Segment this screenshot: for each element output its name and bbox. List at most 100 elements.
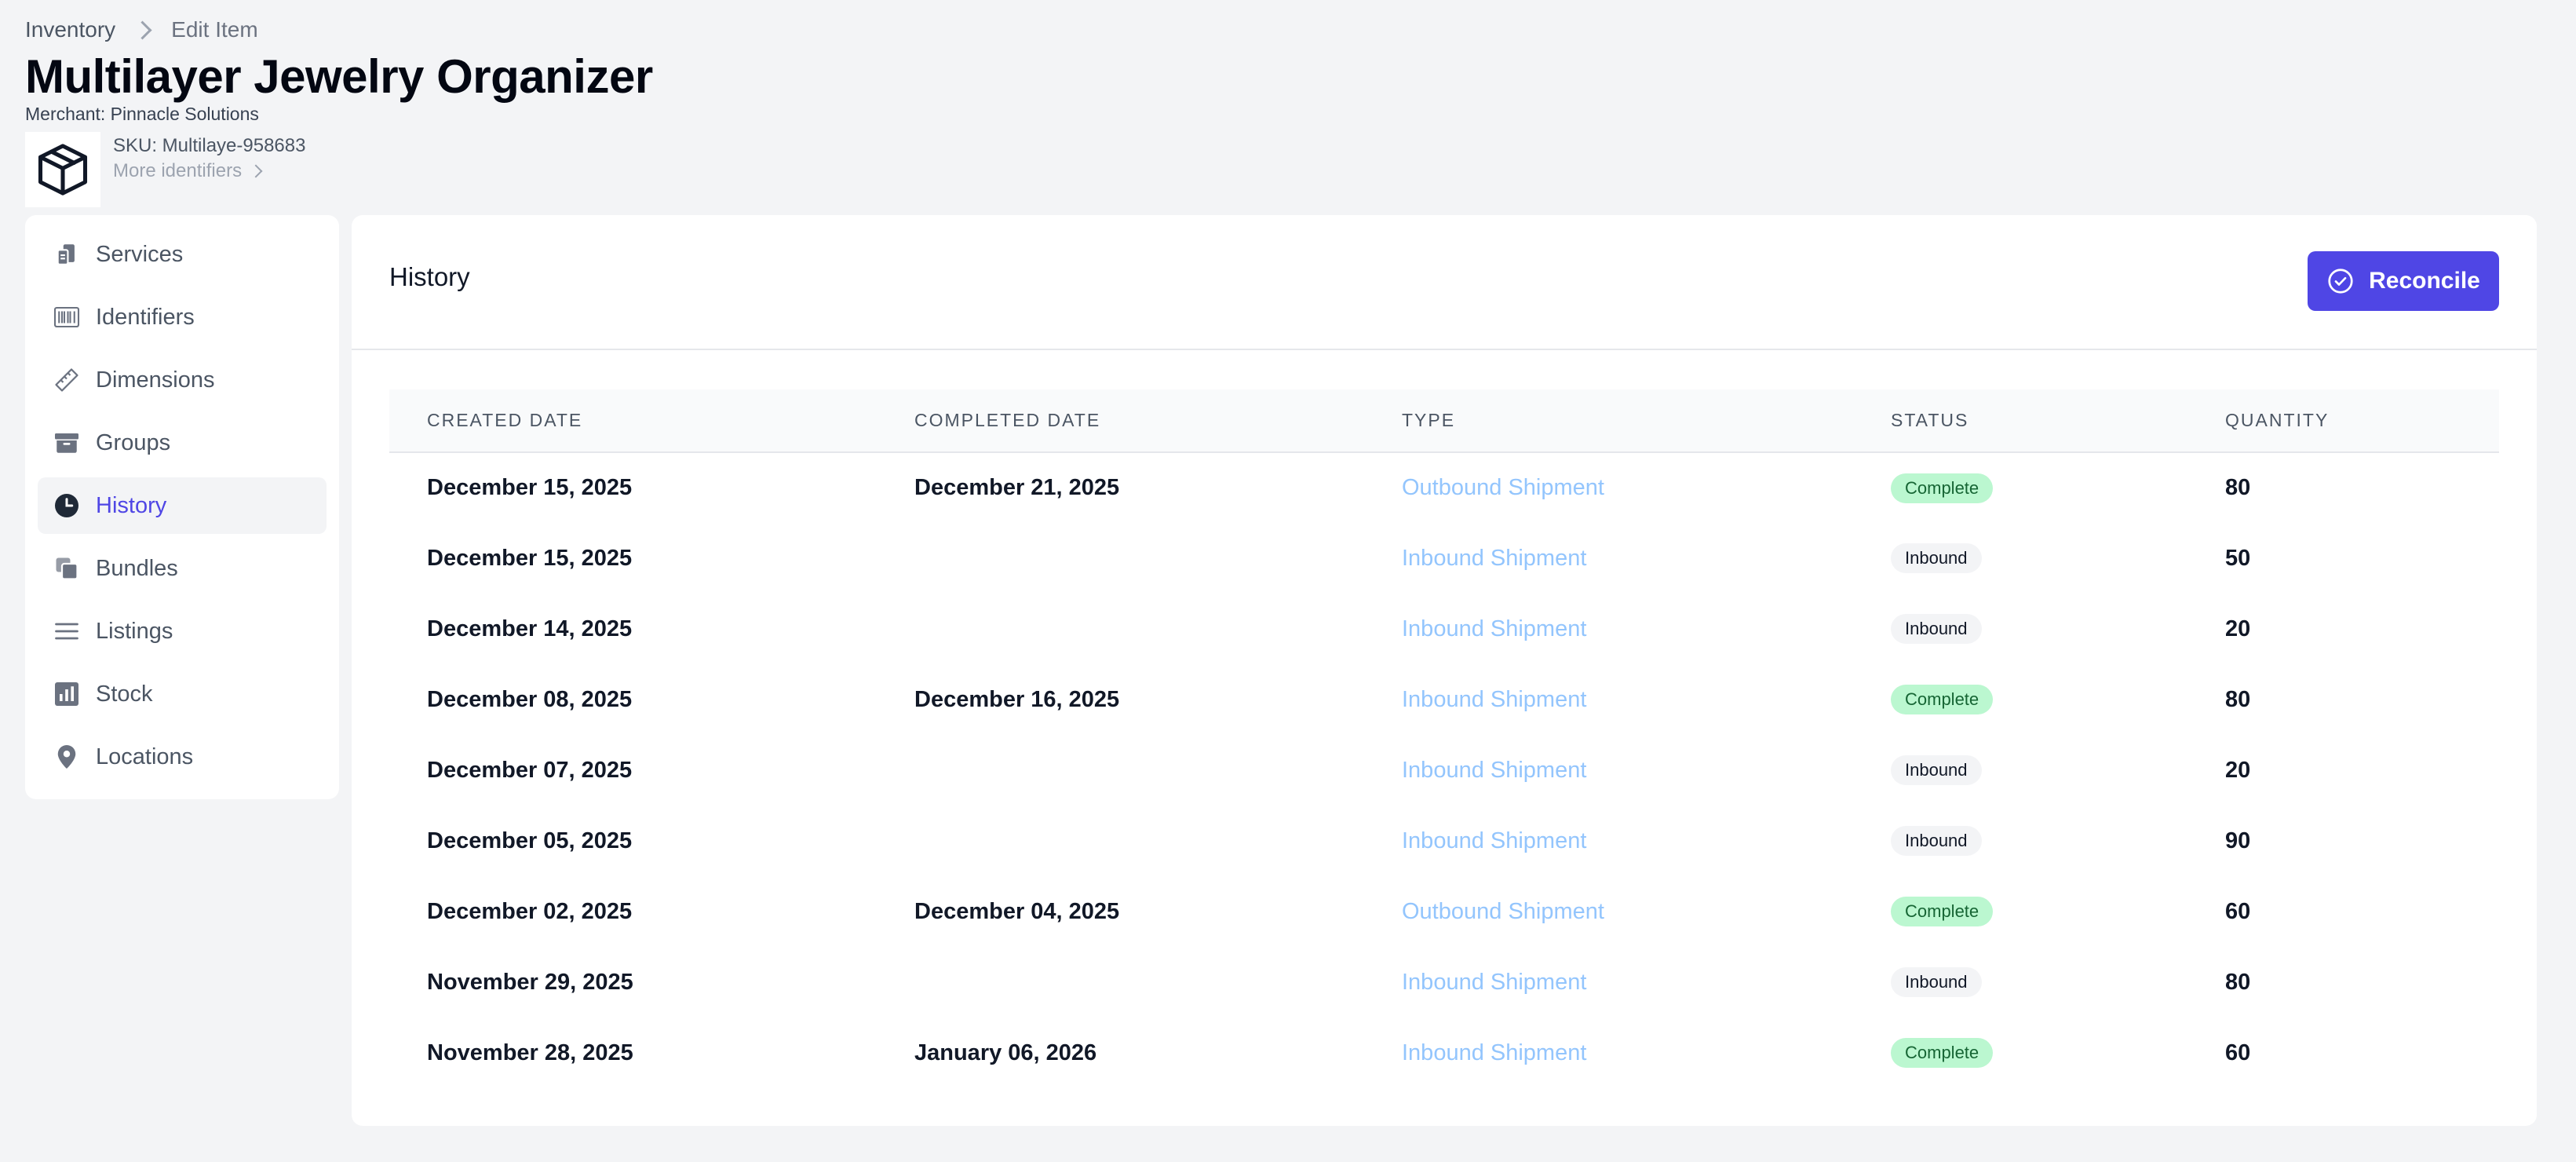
cube-icon [38,144,88,195]
column-header-completed-date[interactable]: COMPLETED DATE [877,389,1364,453]
column-header-created-date[interactable]: CREATED DATE [389,389,877,453]
quantity-value: 80 [2225,969,2251,995]
created-date: December 14, 2025 [427,616,633,641]
sidebar-item-bundles[interactable]: Bundles [38,540,327,597]
shipment-type-link[interactable]: Outbound Shipment [1402,899,1604,924]
shipment-type-link[interactable]: Inbound Shipment [1402,828,1586,853]
quantity-cell: 80 [2187,664,2499,735]
quantity-value: 80 [2225,475,2251,500]
sidebar-item-services[interactable]: Services [38,226,327,283]
completed-date-cell [877,523,1364,594]
sidebar-item-stock[interactable]: Stock [38,666,327,722]
quantity-value: 90 [2225,828,2251,853]
table-row[interactable]: December 15, 2025 Inbound Shipment Inbound… [389,523,2499,594]
shipment-type-link[interactable]: Inbound Shipment [1402,546,1586,571]
status-badge: Complete [1891,897,1994,926]
type-cell: Inbound Shipment [1364,947,1853,1018]
reconcile-button-label: Reconcile [2369,268,2480,294]
sidebar-item-locations[interactable]: Locations [38,729,327,785]
barcode-icon [52,302,82,332]
created-date-cell: December 08, 2025 [389,664,877,735]
table-row[interactable]: December 08, 2025 December 16, 2025 Inboun… [389,664,2499,735]
created-date: December 15, 2025 [427,545,633,571]
table-row[interactable]: November 29, 2025 Inbound Shipment Inbound… [389,947,2499,1018]
merchant-label: Merchant: Pinnacle Solutions [25,104,259,124]
table-body: December 15, 2025 December 21, 2025 Outbou… [389,452,2499,1088]
table-row[interactable]: December 05, 2025 Inbound Shipment Inbound… [389,806,2499,876]
created-date-cell: November 29, 2025 [389,947,877,1018]
type-cell: Inbound Shipment [1364,1018,1853,1088]
created-date-cell: November 28, 2025 [389,1018,877,1088]
created-date: December 05, 2025 [427,828,633,853]
completed-date-cell: December 21, 2025 [877,452,1364,523]
quantity-cell: 80 [2187,947,2499,1018]
status-badge: Complete [1891,685,1994,714]
created-date: December 02, 2025 [427,898,633,924]
created-date-cell: December 14, 2025 [389,594,877,664]
sku-label: SKU: Multilaye-958683 [113,135,306,156]
shipment-type-link[interactable]: Outbound Shipment [1402,475,1604,500]
type-cell: Outbound Shipment [1364,452,1853,523]
completed-date-cell [877,806,1364,876]
more-identifiers-label: More identifiers [113,160,243,181]
quantity-cell: 20 [2187,594,2499,664]
sidebar-item-identifiers[interactable]: Identifiers [38,289,327,345]
status-cell: Inbound [1853,735,2187,806]
sidebar-item-dimensions[interactable]: Dimensions [38,352,327,408]
sidebar-item-label: Locations [96,744,194,769]
sidebar-item-label: Groups [96,429,171,455]
breadcrumb-current: Edit Item [171,17,258,42]
status-badge: Inbound [1891,755,1982,785]
more-identifiers-link[interactable]: More identifiers [113,160,263,182]
table-row[interactable]: December 14, 2025 Inbound Shipment Inbound… [389,594,2499,664]
sidebar-item-listings[interactable]: Listings [38,603,327,660]
status-badge: Complete [1891,473,1994,503]
type-cell: Inbound Shipment [1364,735,1853,806]
column-header-quantity[interactable]: QUANTITY [2187,389,2499,453]
sidebar-item-label: Listings [96,618,173,644]
quantity-cell: 60 [2187,1018,2499,1088]
quantity-value: 60 [2225,1040,2251,1065]
column-header-status[interactable]: STATUS [1853,389,2187,453]
table-row[interactable]: December 02, 2025 December 04, 2025 Outbou… [389,876,2499,947]
shipment-type-link[interactable]: Inbound Shipment [1402,1040,1586,1065]
created-date: November 28, 2025 [427,1040,633,1065]
type-cell: Inbound Shipment [1364,664,1853,735]
shipment-type-link[interactable]: Inbound Shipment [1402,687,1586,712]
reconcile-button[interactable]: Reconcile [2308,251,2499,311]
clock-icon [52,491,82,521]
table-row[interactable]: November 28, 2025 January 06, 2026 Inbound… [389,1018,2499,1088]
quantity-value: 20 [2225,757,2251,783]
sidebar-item-history[interactable]: History [38,477,327,534]
table-row[interactable]: December 15, 2025 December 21, 2025 Outbou… [389,452,2499,523]
column-header-type[interactable]: TYPE [1364,389,1853,453]
status-badge: Complete [1891,1038,1994,1068]
completed-date: December 16, 2025 [914,686,1120,712]
product-thumbnail [25,132,100,207]
shipment-type-link[interactable]: Inbound Shipment [1402,758,1586,783]
table-row[interactable]: December 07, 2025 Inbound Shipment Inbound… [389,735,2499,806]
created-date-cell: December 02, 2025 [389,876,877,947]
sidebar-item-label: Dimensions [96,367,215,393]
history-table-container: CREATED DATE COMPLETED DATE TYPE STATUS … [389,389,2499,1088]
status-cell: Complete [1853,1018,2187,1088]
shipment-type-link[interactable]: Inbound Shipment [1402,616,1586,641]
quantity-cell: 50 [2187,523,2499,594]
sidebar-item-groups[interactable]: Groups [38,415,327,471]
history-table: CREATED DATE COMPLETED DATE TYPE STATUS … [389,389,2499,1088]
chevron-right-icon [133,20,152,40]
status-cell: Inbound [1853,523,2187,594]
status-badge: Inbound [1891,543,1982,573]
completed-date-cell [877,735,1364,806]
chevron-right-icon [249,164,263,178]
completed-date-cell: December 16, 2025 [877,664,1364,735]
quantity-value: 60 [2225,898,2251,924]
quantity-value: 20 [2225,616,2251,641]
archive-box-icon [52,428,82,458]
breadcrumb-inventory-link[interactable]: Inventory [25,17,115,42]
completed-date: January 06, 2026 [914,1040,1097,1065]
page-title: Multilayer Jewelry Organizer [25,50,653,103]
bar-chart-icon [52,679,82,709]
shipment-type-link[interactable]: Inbound Shipment [1402,970,1586,995]
completed-date: December 21, 2025 [914,475,1120,500]
